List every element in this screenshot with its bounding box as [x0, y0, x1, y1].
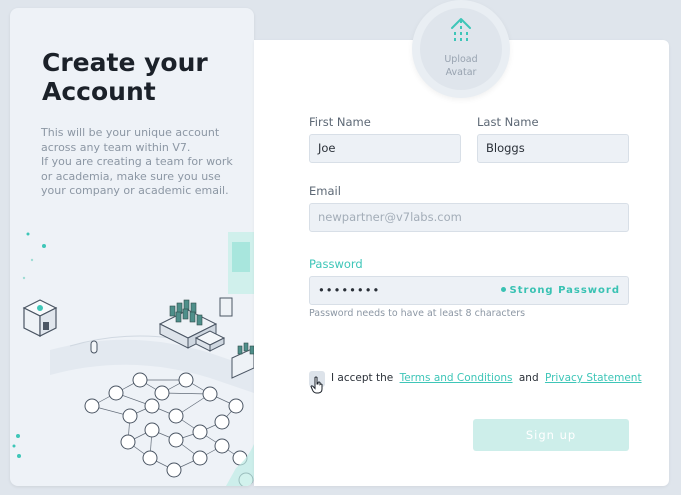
hand-cursor-icon [310, 376, 323, 394]
password-strength-indicator: Strong Password [500, 277, 620, 304]
accept-and: and [518, 372, 539, 384]
info-panel: Create your Account This will be your un… [10, 8, 254, 486]
isometric-illustration [12, 232, 254, 486]
upload-arrow-icon [451, 18, 471, 43]
accept-prefix: I accept the [331, 372, 394, 384]
password-strength-label: Strong Password [509, 285, 620, 296]
title-line: Create your [42, 48, 208, 77]
page-title: Create your Account [42, 48, 242, 106]
terms-link[interactable]: Terms and Conditions [400, 372, 513, 384]
email-label: Email [309, 184, 341, 198]
title-line: Account [42, 77, 156, 106]
last-name-field[interactable]: Bloggs [477, 134, 629, 163]
description-line: across any team within V7. [41, 140, 191, 154]
first-name-label: First Name [309, 115, 371, 129]
description-line: If you are creating a team for work [41, 155, 233, 169]
avatar-label-line: Upload [444, 54, 478, 65]
description-line: your company or academic email. [41, 184, 229, 198]
password-label: Password [309, 257, 363, 271]
avatar-label-line: Avatar [445, 67, 477, 78]
description-line: or academia, make sure you use [41, 169, 221, 183]
password-field[interactable]: •••••••• Strong Password [309, 276, 629, 305]
last-name-label: Last Name [477, 115, 539, 129]
accept-terms-row: I accept the Terms and Conditions and Pr… [331, 372, 645, 384]
avatar-label: Upload Avatar [420, 53, 502, 79]
password-value: •••••••• [318, 283, 381, 297]
email-field[interactable]: newpartner@v7labs.com [309, 203, 629, 232]
description-line: This will be your unique account [41, 126, 220, 139]
upload-avatar-button[interactable]: Upload Avatar [412, 0, 510, 98]
first-name-field[interactable]: Joe [309, 134, 461, 163]
privacy-link[interactable]: Privacy Statement [545, 372, 642, 384]
strength-dot-icon [500, 287, 506, 292]
sign-up-button[interactable]: Sign up [473, 419, 629, 451]
page-description: This will be your unique account across … [41, 126, 246, 199]
password-hint: Password needs to have at least 8 charac… [309, 308, 526, 319]
avatar-inner: Upload Avatar [420, 8, 502, 90]
